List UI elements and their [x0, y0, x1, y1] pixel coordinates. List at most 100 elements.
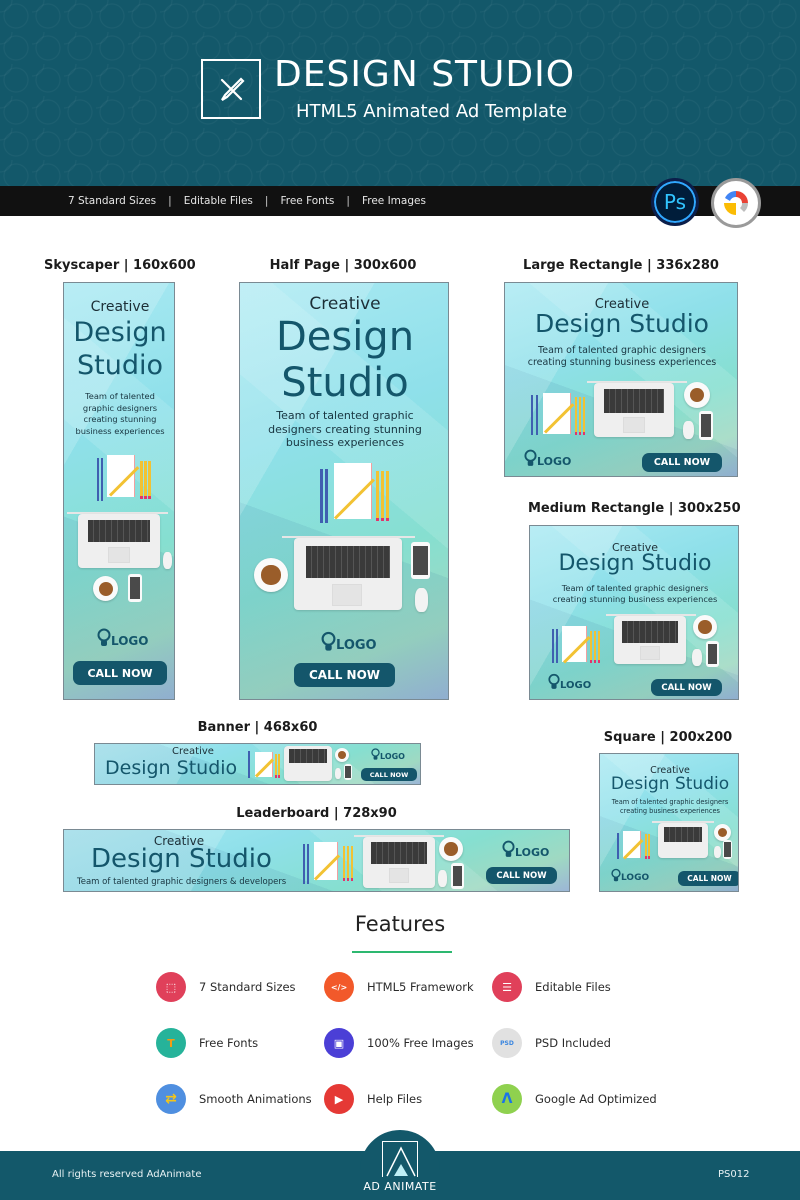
footer-product-code: PS012 — [718, 1169, 750, 1180]
ad-creative-text: Creative — [309, 294, 381, 314]
tagline-line: Team of talented graphic — [276, 409, 414, 422]
tagline-line: Team of talented graphic designers — [611, 798, 729, 806]
lightbulb-icon — [321, 631, 336, 651]
ad-creative-text: Creative — [90, 299, 150, 315]
features-divider — [352, 951, 452, 953]
font-file-icon: T — [156, 1028, 186, 1058]
logo-text: LOGO — [537, 455, 572, 468]
hero-header: DESIGN STUDIO HTML5 Animated Ad Template — [0, 0, 800, 186]
pencil-illustration — [583, 397, 585, 435]
page-title: DESIGN STUDIO — [274, 54, 576, 95]
ad-tagline: Team of talented graphic designers creat… — [505, 345, 737, 369]
tagline-line: Team of talented graphic designers — [538, 345, 706, 356]
coffee-cup-illustration — [93, 576, 118, 601]
ad-label-half-page: Half Page | 300x600 — [269, 258, 417, 273]
mouse-illustration — [692, 649, 702, 666]
call-now-button[interactable]: CALL NOW — [678, 871, 738, 886]
phone-illustration — [451, 863, 464, 889]
call-now-button[interactable]: CALL NOW — [73, 661, 167, 685]
phone-illustration — [723, 840, 732, 859]
pen-illustration — [97, 458, 99, 501]
pencil-illustration — [575, 397, 577, 435]
coffee-cup-illustration — [693, 615, 717, 639]
feature-item: ▣ 100% Free Images — [324, 1028, 474, 1058]
separator: | — [264, 195, 269, 207]
google-web-designer-icon — [724, 190, 749, 215]
feature-item: T Free Fonts — [156, 1028, 258, 1058]
call-now-button[interactable]: CALL NOW — [642, 453, 722, 472]
pencil-illustration — [148, 461, 151, 499]
pen-illustration — [531, 395, 533, 435]
feature-label: Smooth Animations — [199, 1092, 312, 1106]
ad-label-square: Square | 200x200 — [603, 730, 733, 745]
pencil-illustration — [648, 834, 650, 859]
tagline-line: Team of talented — [85, 391, 155, 401]
lightbulb-icon — [502, 840, 515, 857]
laptop-illustration — [658, 823, 708, 858]
tagline-line: creating stunning business experiences — [527, 357, 717, 368]
ad-logo: LOGO — [321, 631, 377, 653]
mouse-illustration — [714, 846, 721, 858]
ad-headline-line2: Studio — [281, 360, 409, 406]
laptop-illustration — [614, 616, 686, 664]
phone-illustration — [699, 411, 713, 440]
ad-tagline: Team of talented graphic designers creat… — [530, 583, 738, 604]
ad-label-skyscraper: Skyscaper | 160x600 — [44, 258, 196, 273]
tagline-line: designers creating stunning — [268, 422, 422, 436]
separator: | — [168, 195, 172, 207]
tagline-line: graphic designers — [82, 402, 158, 413]
phone-illustration — [344, 764, 352, 780]
tagline-line: Team of talented graphic designers — [561, 583, 709, 593]
pencil-illustration — [590, 631, 592, 663]
pen-illustration — [101, 458, 103, 501]
mouse-illustration — [683, 421, 694, 439]
laptop-illustration — [294, 538, 402, 610]
triangle-mark-icon — [386, 1146, 416, 1177]
laptop-illustration — [284, 746, 332, 781]
pencil-illustration — [275, 754, 277, 778]
call-now-button[interactable]: CALL NOW — [651, 679, 722, 696]
ad-headline: Design Studio — [535, 309, 709, 338]
pencil-illustration — [343, 846, 345, 881]
ad-logo: LOGO — [524, 449, 571, 468]
coffee-cup-illustration — [254, 558, 288, 592]
ad-label-large-rectangle: Large Rectangle | 336x280 — [523, 258, 719, 273]
coffee-cup-illustration — [714, 824, 731, 841]
logo-text: LOGO — [515, 846, 550, 859]
ad-label-banner: Banner | 468x60 — [197, 720, 318, 735]
ad-headline: Design Studio — [610, 774, 730, 794]
phone-illustration — [411, 542, 430, 579]
html-file-icon: </> — [324, 972, 354, 1002]
pencil-illustration — [278, 754, 280, 778]
pencil-illustration — [381, 471, 384, 521]
feature-label: 7 Standard Sizes — [199, 980, 296, 994]
pencil-illustration — [386, 471, 389, 521]
phone-illustration — [706, 641, 719, 667]
pencil-illustration — [347, 846, 349, 881]
mouse-illustration — [335, 768, 341, 779]
coffee-cup-illustration — [684, 382, 710, 408]
ad-square: Creative Design Studio Team of talented … — [599, 753, 739, 892]
ad-tagline: Team of talented graphic designers creat… — [600, 798, 738, 815]
ad-large-rectangle: Creative Design Studio Team of talented … — [504, 282, 738, 477]
laptop-illustration — [78, 514, 160, 568]
ad-skyscraper: Creative Design Studio Team of talented … — [63, 282, 175, 700]
call-now-button[interactable]: CALL NOW — [486, 867, 557, 884]
feature-item: </> HTML5 Framework — [324, 972, 474, 1002]
mouse-illustration — [163, 552, 172, 569]
swap-arrows-icon: ⇄ — [156, 1084, 186, 1114]
help-document-play-icon: ▶ — [324, 1084, 354, 1114]
design-studio-logo — [201, 59, 261, 119]
call-now-button[interactable]: CALL NOW — [361, 768, 417, 781]
ad-tagline: Team of talented graphic designers creat… — [240, 409, 448, 450]
call-now-button[interactable]: CALL NOW — [294, 663, 395, 687]
pen-illustration — [307, 844, 309, 884]
feature-bar-item: Free Images — [361, 195, 426, 207]
logo-text: LOGO — [336, 638, 377, 653]
logo-text: LOGO — [380, 752, 405, 761]
mouse-illustration — [415, 588, 428, 612]
ad-headline: Design Studio — [105, 757, 238, 779]
pen-illustration — [617, 833, 619, 859]
logo-text: LOGO — [621, 873, 650, 883]
pen-illustration — [552, 629, 554, 663]
